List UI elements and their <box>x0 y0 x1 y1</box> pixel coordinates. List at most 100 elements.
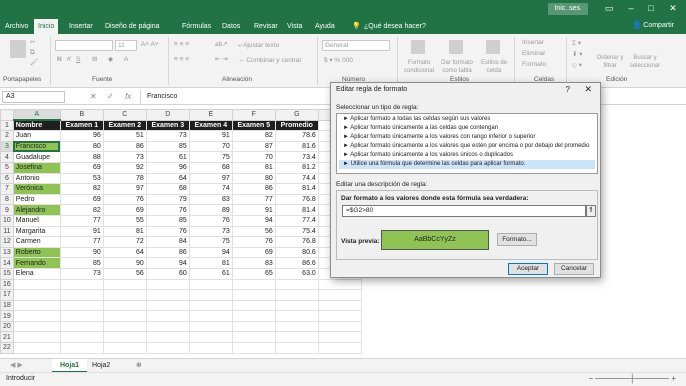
cell[interactable]: 91 <box>59 225 104 238</box>
cell[interactable]: Guadalupe <box>12 151 61 163</box>
row-header[interactable]: 18 <box>0 299 14 312</box>
close-icon[interactable]: ✕ <box>584 84 592 95</box>
ribbon-display-icon[interactable]: ▭ <box>602 1 616 15</box>
cell[interactable]: Margarita <box>12 225 61 238</box>
row-header[interactable]: 12 <box>0 236 14 248</box>
conditional-format-button[interactable]: Formato condicional <box>402 59 436 75</box>
cell[interactable] <box>12 342 61 354</box>
zoom-slider[interactable]: − ──────┼────── + <box>589 374 676 383</box>
conditional-format-icon[interactable] <box>411 40 425 54</box>
tab-vista[interactable]: Vista <box>287 19 302 34</box>
cell[interactable] <box>59 331 104 344</box>
cell[interactable]: 76 <box>188 214 233 227</box>
cell[interactable]: 94 <box>145 257 190 269</box>
grow-font-icon[interactable]: A˄ A˅ <box>141 41 159 49</box>
cell[interactable] <box>274 289 319 301</box>
cell[interactable]: 97 <box>102 183 147 195</box>
column-header[interactable]: G <box>274 109 319 121</box>
cut-icon[interactable]: ✂ <box>30 39 35 47</box>
cell[interactable]: Promedio <box>274 119 319 132</box>
cell[interactable]: 88 <box>59 151 104 163</box>
collapse-dialog-icon[interactable]: ⇑ <box>586 205 596 217</box>
cell[interactable] <box>12 278 61 291</box>
cell[interactable]: 91 <box>231 204 276 216</box>
borders-icon[interactable]: ⊞ <box>92 56 97 64</box>
cell[interactable]: 86.6 <box>274 257 319 269</box>
rule-type-item-selected[interactable]: ► Utilice una fórmula que determine las … <box>339 160 595 169</box>
cell[interactable]: 76 <box>102 193 147 206</box>
cell[interactable]: 97 <box>188 172 233 185</box>
cell[interactable] <box>274 299 319 312</box>
cell[interactable] <box>12 289 61 301</box>
share-button[interactable]: 👤 Compartir <box>633 19 674 33</box>
cell[interactable] <box>188 289 233 301</box>
rule-type-item[interactable]: ► Aplicar formato únicamente a los valor… <box>339 151 595 160</box>
cell[interactable]: 64 <box>102 246 147 259</box>
fill-color-icon[interactable]: ◆ <box>108 56 113 64</box>
cell[interactable] <box>145 320 190 333</box>
cell[interactable]: 74 <box>188 183 233 195</box>
cell[interactable]: Examen 2 <box>102 119 147 132</box>
tab-inicio[interactable]: Inicio <box>34 19 59 34</box>
row-header[interactable]: 6 <box>0 172 14 185</box>
cell[interactable] <box>145 310 190 322</box>
cell[interactable]: 60 <box>145 267 190 280</box>
tab-archivo[interactable]: Archivo <box>5 19 28 34</box>
cell[interactable]: Fernando <box>12 257 61 269</box>
cell[interactable] <box>145 299 190 312</box>
cell[interactable]: Antonio <box>12 172 61 185</box>
cell[interactable]: Nombre <box>12 119 61 132</box>
enter-formula-icon[interactable]: ✓ <box>107 91 114 103</box>
cell[interactable]: 75 <box>188 236 233 248</box>
cell[interactable]: 77 <box>59 236 104 248</box>
autosum-icon[interactable]: Σ ▾ <box>572 40 581 48</box>
cell[interactable] <box>59 342 104 354</box>
rule-formula-input[interactable]: =$G2>80 <box>342 205 586 217</box>
cell[interactable]: Examen 3 <box>145 119 190 132</box>
column-header[interactable]: A <box>12 109 61 122</box>
cell[interactable]: 91 <box>188 130 233 142</box>
cell[interactable]: 55 <box>102 214 147 227</box>
row-header[interactable]: 9 <box>0 204 14 216</box>
worksheet-grid[interactable]: ABCDEFGH1NombreExamen 1Examen 2Examen 3E… <box>0 109 362 354</box>
font-size-field[interactable]: 11 <box>115 40 137 51</box>
column-header[interactable]: B <box>59 109 104 121</box>
row-header[interactable]: 8 <box>0 193 14 206</box>
close-icon[interactable]: ✕ <box>666 1 680 15</box>
cell[interactable] <box>231 331 276 344</box>
help-icon[interactable]: ? <box>566 85 570 94</box>
cell[interactable]: 69 <box>59 161 104 174</box>
cell[interactable]: 82 <box>59 204 104 216</box>
sheet-tab-hoja1[interactable]: Hoja1 <box>52 359 88 373</box>
cell[interactable]: 69 <box>102 204 147 216</box>
align-left-icon[interactable]: ≡ ≡ ≡ <box>174 56 189 64</box>
cell[interactable]: Examen 5 <box>231 119 276 132</box>
cell[interactable] <box>231 310 276 322</box>
cell[interactable]: 68 <box>188 161 233 174</box>
cell[interactable]: 75.4 <box>274 225 319 238</box>
cell[interactable]: 96 <box>145 161 190 174</box>
cell[interactable]: 94 <box>188 246 233 259</box>
cancel-formula-icon[interactable]: ✕ <box>90 91 97 103</box>
cell[interactable]: 69 <box>59 193 104 206</box>
maximize-icon[interactable]: □ <box>644 1 658 15</box>
cell[interactable]: 76 <box>145 225 190 238</box>
currency-percent-icon[interactable]: $ ▾ % 000 <box>324 57 353 65</box>
cell[interactable] <box>231 289 276 301</box>
cell[interactable]: 90 <box>102 257 147 269</box>
row-header[interactable]: 14 <box>0 257 14 269</box>
row-header[interactable]: 3 <box>0 140 14 153</box>
italic-icon[interactable]: K <box>67 56 71 64</box>
cell[interactable] <box>59 278 104 291</box>
format-table-button[interactable]: Dar formato como tabla <box>440 59 474 75</box>
cell[interactable]: 96 <box>59 130 104 142</box>
cell[interactable]: 77 <box>231 193 276 206</box>
cell[interactable]: 86 <box>145 246 190 259</box>
cell[interactable] <box>317 342 362 354</box>
row-header[interactable]: 17 <box>0 289 14 301</box>
cell[interactable] <box>274 342 319 354</box>
cell[interactable]: 73.4 <box>274 151 319 163</box>
cell[interactable]: Juan <box>12 130 61 142</box>
paste-icon[interactable] <box>10 40 26 58</box>
cell[interactable]: 82 <box>231 130 276 142</box>
